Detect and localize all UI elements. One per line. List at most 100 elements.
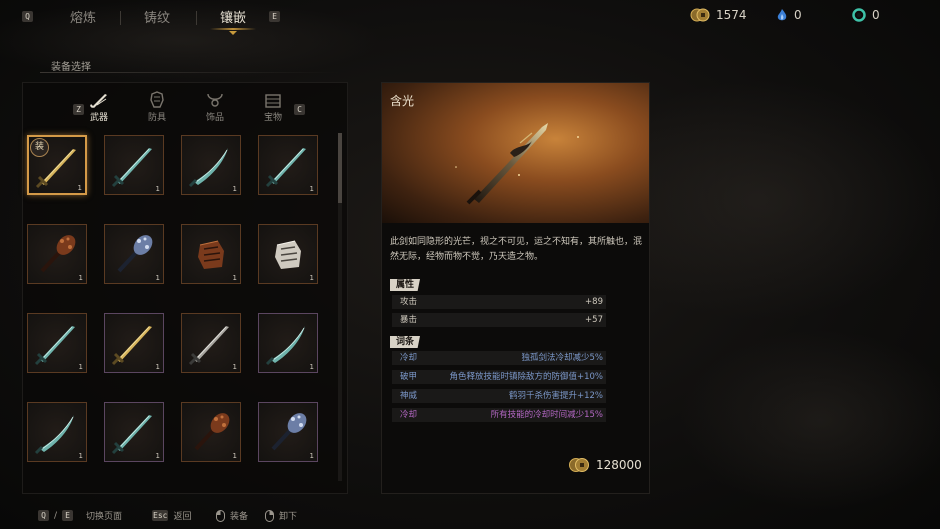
attribute-row-attack: 攻击 +89 [392, 295, 606, 309]
inventory-scrollbar[interactable] [338, 133, 342, 481]
item-slot[interactable]: 1 [104, 224, 164, 284]
category-accessory[interactable]: 饰品 [195, 91, 235, 123]
category-armor-label: 防具 [147, 113, 166, 123]
mouse-right-icon [265, 509, 274, 522]
affix-row: 神威 鹤羽千杀伤害提升+12% [392, 389, 606, 403]
item-count: 1 [77, 184, 82, 192]
key-e: E [62, 510, 74, 521]
hint-unequip[interactable]: 卸下 [265, 509, 297, 522]
item-slot[interactable]: 1装 [27, 135, 87, 195]
necklace-icon [207, 93, 223, 107]
item-slot[interactable]: 1 [27, 224, 87, 284]
item-price: 128000 [568, 457, 642, 473]
tab-engraving[interactable]: 铸纹 [144, 7, 170, 26]
category-weapon[interactable]: 武器 [79, 91, 119, 123]
hint-switch-label: 切换页面 [86, 512, 123, 522]
hint-equip[interactable]: 装备 [216, 509, 248, 522]
item-slot[interactable]: 1 [181, 135, 241, 195]
item-slot[interactable]: 1 [27, 402, 87, 462]
item-slot[interactable]: 1 [181, 224, 241, 284]
category-treasure[interactable]: 宝物 [253, 91, 293, 123]
attribute-value: +57 [585, 315, 603, 325]
active-tab-underline [210, 28, 256, 30]
tab-prev-key: Q [22, 11, 33, 22]
hint-back[interactable]: Esc 返回 [152, 509, 191, 522]
tab-divider [196, 11, 197, 25]
white-gauntlet-icon [275, 240, 301, 269]
item-count: 1 [309, 363, 314, 371]
item-slot[interactable]: 1 [27, 313, 87, 373]
category-tabs: Z 武器 防具 饰品 宝物 C [23, 91, 347, 127]
jade-sword-icon [111, 415, 152, 455]
item-slot[interactable]: 1 [104, 402, 164, 462]
category-armor[interactable]: 防具 [137, 91, 177, 123]
category-treasure-label: 宝物 [263, 113, 282, 123]
jade-sword-icon [34, 326, 75, 366]
mouse-left-icon [216, 509, 225, 522]
affix-value: 鹤羽千杀伤害提升+12% [508, 391, 603, 401]
jade-amount: 0 [872, 8, 880, 22]
coin-amount: 1574 [716, 8, 747, 22]
affix-row: 冷却 所有技能的冷却时间减少15% [392, 408, 606, 422]
attribute-row-crit: 暴击 +57 [392, 313, 606, 327]
curved-blade-icon [188, 148, 228, 188]
attributes-header: 属性 [390, 279, 421, 291]
item-count: 1 [155, 363, 160, 371]
sword-icon [90, 94, 107, 108]
item-count: 1 [309, 452, 314, 460]
affix-name: 冷却 [400, 410, 418, 420]
bronze-gauntlet-icon [198, 240, 224, 269]
blue-flame-icon [777, 9, 787, 21]
footer-hints: Q / E 切换页面 Esc 返回 装备 卸下 [0, 506, 940, 526]
blue-flame-amount: 0 [794, 8, 802, 22]
affixes-header: 词条 [390, 336, 421, 348]
spiked-club-icon [194, 413, 230, 451]
affix-value: 角色释放技能时镇除敌方的防御值+10% [449, 372, 603, 382]
item-slot[interactable]: 1 [258, 224, 318, 284]
crystal-mace-icon [271, 413, 307, 451]
hint-back-label: 返回 [173, 512, 192, 522]
tab-next-key: E [269, 11, 280, 22]
item-count: 1 [232, 452, 237, 460]
coin-icon [569, 458, 589, 472]
currency-blue-flame: 0 [776, 8, 802, 22]
silver-sword-icon [188, 326, 229, 366]
affix-value: 所有技能的冷却时间减少15% [490, 410, 603, 420]
item-detail-panel: 含光 此剑如同隐形的光芒，视之不可见，运之不知有，其所触也，泯然无际，经物而物不… [381, 82, 650, 494]
affix-row: 冷却 独孤剑法冷却减少5% [392, 351, 606, 365]
item-slot[interactable]: 1 [258, 313, 318, 373]
item-preview: 含光 [382, 83, 649, 223]
active-tab-arrow [229, 31, 237, 35]
item-count: 1 [155, 452, 160, 460]
hint-switch-page[interactable]: Q / E 切换页面 [38, 509, 122, 522]
equipped-badge: 装 [30, 138, 49, 157]
spiked-club-icon [40, 235, 76, 273]
affix-value: 独孤剑法冷却减少5% [521, 353, 604, 363]
item-count: 1 [78, 452, 83, 460]
item-description: 此剑如同隐形的光芒，视之不可见，运之不知有，其所触也，泯然无际，经物而物不觉，乃… [390, 237, 643, 262]
item-slot[interactable]: 1 [104, 313, 164, 373]
attribute-name: 攻击 [400, 297, 418, 307]
item-slot[interactable]: 1 [181, 402, 241, 462]
item-slot[interactable]: 1 [258, 135, 318, 195]
item-slot[interactable]: 1 [258, 402, 318, 462]
jade-sword-icon [111, 148, 152, 188]
tab-inlay[interactable]: 镶嵌 [220, 7, 246, 26]
affix-row: 破甲 角色释放技能时镇除敌方的防御值+10% [392, 370, 606, 384]
section-divider [40, 72, 340, 73]
item-count: 1 [309, 274, 314, 282]
price-value: 128000 [596, 458, 642, 472]
item-name: 含光 [390, 94, 415, 108]
scroll-thumb[interactable] [338, 133, 342, 203]
key-q: Q [38, 510, 49, 521]
item-count: 1 [232, 185, 237, 193]
affix-name: 破甲 [400, 372, 418, 382]
currency-coins: 1574 [690, 8, 747, 22]
item-count: 1 [155, 185, 160, 193]
item-count: 1 [155, 274, 160, 282]
item-slot[interactable]: 1 [104, 135, 164, 195]
tab-smelting[interactable]: 熔炼 [70, 7, 96, 26]
hanguang-sword-icon [455, 123, 579, 205]
jade-sword-icon [265, 148, 306, 188]
item-slot[interactable]: 1 [181, 313, 241, 373]
